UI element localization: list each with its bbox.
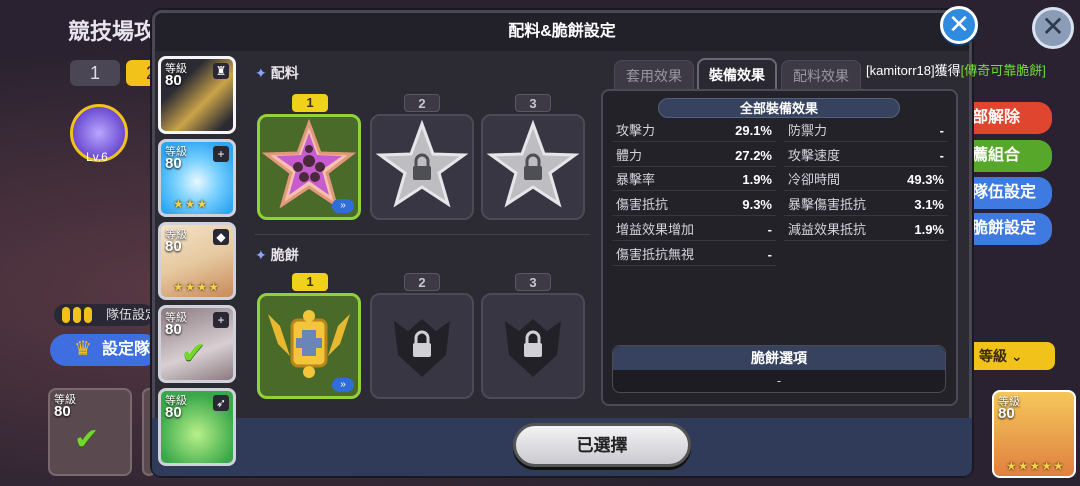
chevron-down-icon: ⌄ (1010, 348, 1023, 364)
biscuit-slot-1[interactable]: » (257, 293, 361, 399)
background-cookie-card[interactable]: 等級 80 ★★★★★ (992, 390, 1076, 478)
star-rating: ★★★ (173, 197, 209, 211)
plus-icon: + (213, 146, 229, 162)
stat-row: 攻擊力 29.1% (612, 120, 776, 142)
stat-row: 增益效果增加 - (612, 219, 776, 241)
topping-slot-3[interactable] (481, 114, 585, 220)
cookie-level: 等級 80 (165, 395, 187, 421)
expand-icon[interactable]: » (332, 199, 354, 213)
locked-topping-icon (375, 119, 469, 208)
set-team-button[interactable]: 設定隊 (50, 334, 160, 366)
close-icon[interactable]: ✕ (940, 6, 978, 44)
cookie-level: 等級 80 (165, 229, 187, 255)
biscuit-slot-number: 1 (292, 273, 328, 291)
background-title: 競技場攻 (68, 19, 157, 44)
stat-row: 防禦力 - (784, 120, 948, 142)
toppings-title: ✦ 配料 (255, 65, 299, 81)
stat-row: 體力 27.2% (612, 145, 776, 167)
unequip-all-button[interactable]: 部解除 (960, 102, 1052, 134)
background-cookie-card[interactable]: 等級 80 ✔ (48, 388, 132, 476)
biscuit-slot-number: 3 (515, 273, 551, 291)
background-cookie-level: 等級 80 (54, 394, 76, 420)
tab-applied-effects[interactable]: 套用效果 (614, 60, 694, 90)
sparkle-icon: ✦ (255, 247, 267, 263)
biscuit-slot-number: 2 (404, 273, 440, 291)
team-power-icon (62, 307, 92, 323)
stat-row: 減益效果抵抗 1.9% (784, 219, 948, 241)
background-cookie-level: 等級 80 (998, 396, 1020, 422)
biscuit-options-value: - (776, 373, 782, 388)
stat-row: 暴擊傷害抵抗 3.1% (784, 194, 948, 216)
team-settings-button[interactable]: 隊伍設定 (960, 177, 1052, 209)
check-icon: ✔ (181, 337, 207, 370)
modal-title: 配料&脆餅設定 (155, 13, 969, 51)
cookie-card[interactable]: 等級 80 ➶ (158, 388, 236, 466)
sort-dropdown[interactable]: 等級 ⌄ (965, 342, 1055, 370)
section-divider (255, 234, 590, 235)
biscuit-slot-3[interactable] (481, 293, 585, 399)
arrow-icon: ➶ (213, 395, 229, 411)
background-tab-1[interactable]: 1 (70, 60, 120, 86)
biscuit-options: 脆餅選項 - (612, 345, 946, 393)
locked-biscuit-icon (394, 319, 450, 377)
biscuit-options-title: 脆餅選項 (613, 346, 945, 370)
biscuit-settings-button[interactable]: 脆餅設定 (960, 213, 1052, 245)
stat-row: 攻擊速度 - (784, 145, 948, 167)
tab-equipped-effects[interactable]: 裝備效果 (697, 58, 777, 90)
cookie-card[interactable]: 等級 80 ◆ ★★★★ (158, 222, 236, 300)
effects-header: 全部裝備效果 (658, 98, 900, 118)
stat-row: 傷害抵抗 9.3% (612, 194, 776, 216)
shield-icon: ◆ (213, 229, 229, 245)
tab-topping-effects[interactable]: 配料效果 (781, 60, 861, 90)
team-icon: ♜ (213, 63, 229, 79)
stat-row: 傷害抵抗無視 - (612, 244, 776, 266)
star-rating: ★★★★★ (1006, 459, 1065, 473)
cookie-card[interactable]: 等級 80 + ✔ (158, 305, 236, 383)
acquire-notice: [kamitorr18]獲得[傳奇可靠脆餅] (866, 63, 1046, 78)
star-rating: ★★★★ (173, 280, 221, 294)
arena-badge-level: Lv.6 (86, 150, 108, 164)
stat-row: 暴擊率 1.9% (612, 169, 776, 191)
topping-slot-number: 2 (404, 94, 440, 112)
locked-topping-icon (486, 119, 580, 208)
expand-icon[interactable]: » (332, 378, 354, 392)
biscuit-slot-2[interactable] (370, 293, 474, 399)
crown-icon: ♛ (74, 338, 92, 360)
check-icon: ✔ (74, 423, 100, 456)
topping-slot-2[interactable] (370, 114, 474, 220)
cookie-level: 等級 80 (165, 63, 187, 89)
cookie-level: 等級 80 (165, 146, 187, 172)
biscuit-title: ✦ 脆餅 (255, 247, 299, 263)
plus-icon: + (213, 312, 229, 328)
topping-slot-number: 1 (292, 94, 328, 112)
cookie-list: 等級 80 ♜ 等級 80 + ★★★ 等級 80 ◆ ★★★★ 等級 80 + ✔ 等… (158, 56, 238, 471)
cookie-card[interactable]: 等級 80 + ★★★ (158, 139, 236, 217)
topping-slot-1[interactable]: » (257, 114, 361, 220)
locked-biscuit-icon (505, 319, 561, 377)
recommend-combo-button[interactable]: 薦組合 (960, 140, 1052, 172)
sparkle-icon: ✦ (255, 65, 267, 81)
topping-slot-number: 3 (515, 94, 551, 112)
cookie-card[interactable]: 等級 80 ♜ (158, 56, 236, 134)
stat-row: 冷卻時間 49.3% (784, 169, 948, 191)
cookie-level: 等級 80 (165, 312, 187, 338)
background-close-icon[interactable]: ✕ (1032, 7, 1074, 49)
selected-button[interactable]: 已選擇 (513, 423, 691, 467)
